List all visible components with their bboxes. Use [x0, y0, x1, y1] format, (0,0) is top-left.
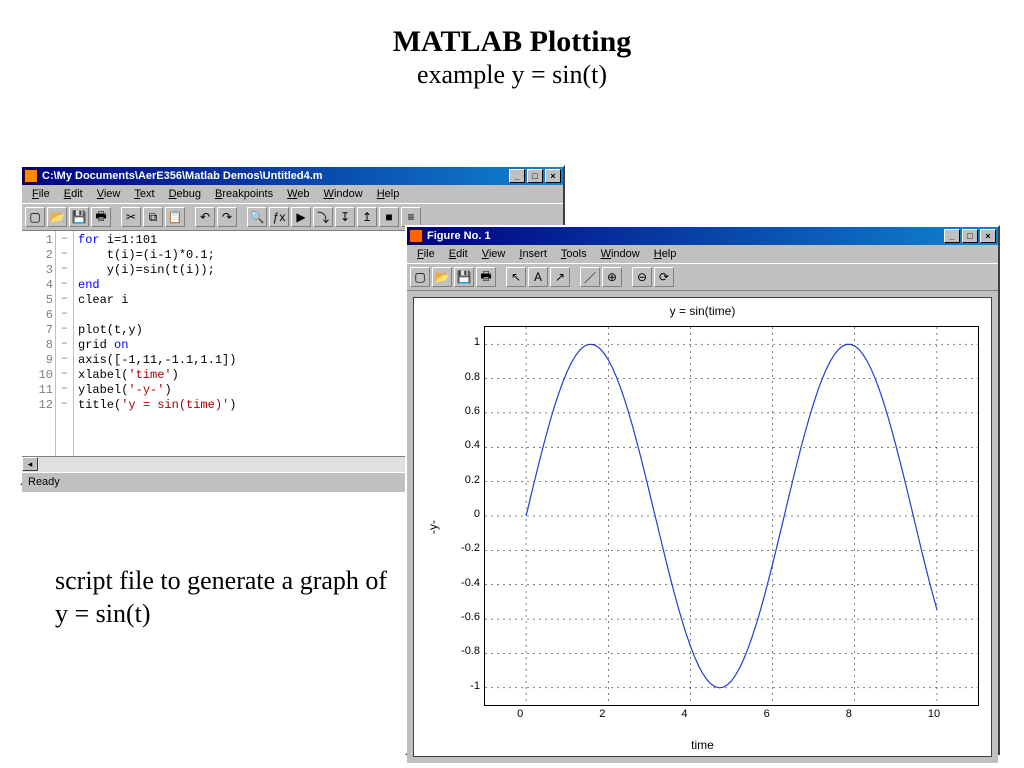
editor-titlebar[interactable]: C:\My Documents\AerE356\Matlab Demos\Unt… [22, 167, 563, 185]
zoom-out-icon[interactable]: ⊖ [632, 267, 652, 287]
step-in-icon[interactable]: ↧ [335, 207, 355, 227]
maximize-button[interactable]: □ [962, 229, 978, 243]
find-icon[interactable]: 🔍 [247, 207, 267, 227]
editor-menubar: FileEditViewTextDebugBreakpointsWebWindo… [22, 185, 563, 203]
plot-svg [485, 327, 978, 705]
line-number-gutter: 123456789101112 [22, 231, 56, 456]
figure-titlebar[interactable]: Figure No. 1 _ □ × [407, 227, 998, 245]
y-tick-label: 1 [440, 336, 480, 348]
stack-icon[interactable]: ≡ [401, 207, 421, 227]
menu-file[interactable]: File [26, 187, 56, 201]
editor-title-text: C:\My Documents\AerE356\Matlab Demos\Unt… [42, 170, 509, 182]
menu-insert[interactable]: Insert [513, 247, 553, 261]
x-tick-label: 8 [846, 708, 852, 720]
menu-edit[interactable]: Edit [58, 187, 89, 201]
menu-edit[interactable]: Edit [443, 247, 474, 261]
y-tick-label: -0.6 [440, 611, 480, 623]
arrow-icon[interactable]: ↗ [550, 267, 570, 287]
slide-caption: script file to generate a graph of y = s… [55, 565, 395, 630]
open-icon[interactable]: 📂 [432, 267, 452, 287]
close-button[interactable]: × [545, 169, 561, 183]
y-tick-label: -0.8 [440, 645, 480, 657]
line-icon[interactable]: ／ [580, 267, 600, 287]
stop-icon[interactable]: ■ [379, 207, 399, 227]
figure-title-text: Figure No. 1 [427, 230, 944, 242]
x-tick-label: 6 [764, 708, 770, 720]
y-axis-label: -y- [426, 520, 440, 534]
open-icon[interactable]: 📂 [47, 207, 67, 227]
new-icon[interactable]: ▢ [410, 267, 430, 287]
menu-text[interactable]: Text [128, 187, 160, 201]
y-tick-label: 0 [440, 508, 480, 520]
plot-title: y = sin(time) [414, 304, 991, 318]
zoom-in-icon[interactable]: ⊕ [602, 267, 622, 287]
fx-icon[interactable]: ƒx [269, 207, 289, 227]
save-icon[interactable]: 💾 [454, 267, 474, 287]
axes-box [484, 326, 979, 706]
menu-help[interactable]: Help [371, 187, 406, 201]
step-icon[interactable]: ⤵ [313, 207, 333, 227]
menu-help[interactable]: Help [648, 247, 683, 261]
y-tick-label: 0.4 [440, 439, 480, 451]
menu-file[interactable]: File [411, 247, 441, 261]
rotate-icon[interactable]: ⟳ [654, 267, 674, 287]
y-tick-label: 0.2 [440, 474, 480, 486]
maximize-button[interactable]: □ [527, 169, 543, 183]
menu-window[interactable]: Window [318, 187, 369, 201]
copy-icon[interactable]: ⧉ [143, 207, 163, 227]
matlab-file-icon [24, 169, 38, 183]
x-tick-label: 10 [928, 708, 940, 720]
scroll-left-button[interactable]: ◂ [22, 457, 38, 471]
figure-menubar: FileEditViewInsertToolsWindowHelp [407, 245, 998, 263]
menu-window[interactable]: Window [595, 247, 646, 261]
figure-window: Figure No. 1 _ □ × FileEditViewInsertToo… [405, 225, 1000, 755]
paste-icon[interactable]: 📋 [165, 207, 185, 227]
y-tick-label: -1 [440, 680, 480, 692]
redo-icon[interactable]: ↷ [217, 207, 237, 227]
menu-view[interactable]: View [476, 247, 512, 261]
menu-breakpoints[interactable]: Breakpoints [209, 187, 279, 201]
save-icon[interactable]: 💾 [69, 207, 89, 227]
x-tick-label: 2 [599, 708, 605, 720]
print-icon[interactable]: 🖶 [476, 267, 496, 287]
print-icon[interactable]: 🖶 [91, 207, 111, 227]
matlab-figure-icon [409, 229, 423, 243]
y-tick-label: -0.4 [440, 577, 480, 589]
undo-icon[interactable]: ↶ [195, 207, 215, 227]
y-tick-label: 0.8 [440, 371, 480, 383]
x-axis-label: time [414, 738, 991, 752]
new-icon[interactable]: ▢ [25, 207, 45, 227]
run-icon[interactable]: ▶ [291, 207, 311, 227]
step-out-icon[interactable]: ↥ [357, 207, 377, 227]
menu-view[interactable]: View [91, 187, 127, 201]
text-icon[interactable]: A [528, 267, 548, 287]
pointer-icon[interactable]: ↖ [506, 267, 526, 287]
menu-tools[interactable]: Tools [555, 247, 593, 261]
slide-subtitle: example y = sin(t) [0, 60, 1024, 90]
cut-icon[interactable]: ✂ [121, 207, 141, 227]
breakpoint-gutter[interactable]: –––––––––––– [56, 231, 74, 456]
plot-canvas[interactable]: y = sin(time) -y- time 0246810-1-0.8-0.6… [413, 297, 992, 757]
menu-web[interactable]: Web [281, 187, 315, 201]
x-tick-label: 4 [681, 708, 687, 720]
close-button[interactable]: × [980, 229, 996, 243]
minimize-button[interactable]: _ [509, 169, 525, 183]
y-tick-label: 0.6 [440, 405, 480, 417]
menu-debug[interactable]: Debug [163, 187, 207, 201]
minimize-button[interactable]: _ [944, 229, 960, 243]
figure-toolbar: ▢📂💾🖶 ↖A↗ ／⊕ ⊖⟳ [407, 263, 998, 291]
y-tick-label: -0.2 [440, 542, 480, 554]
x-tick-label: 0 [517, 708, 523, 720]
slide-title: MATLAB Plotting [0, 25, 1024, 59]
